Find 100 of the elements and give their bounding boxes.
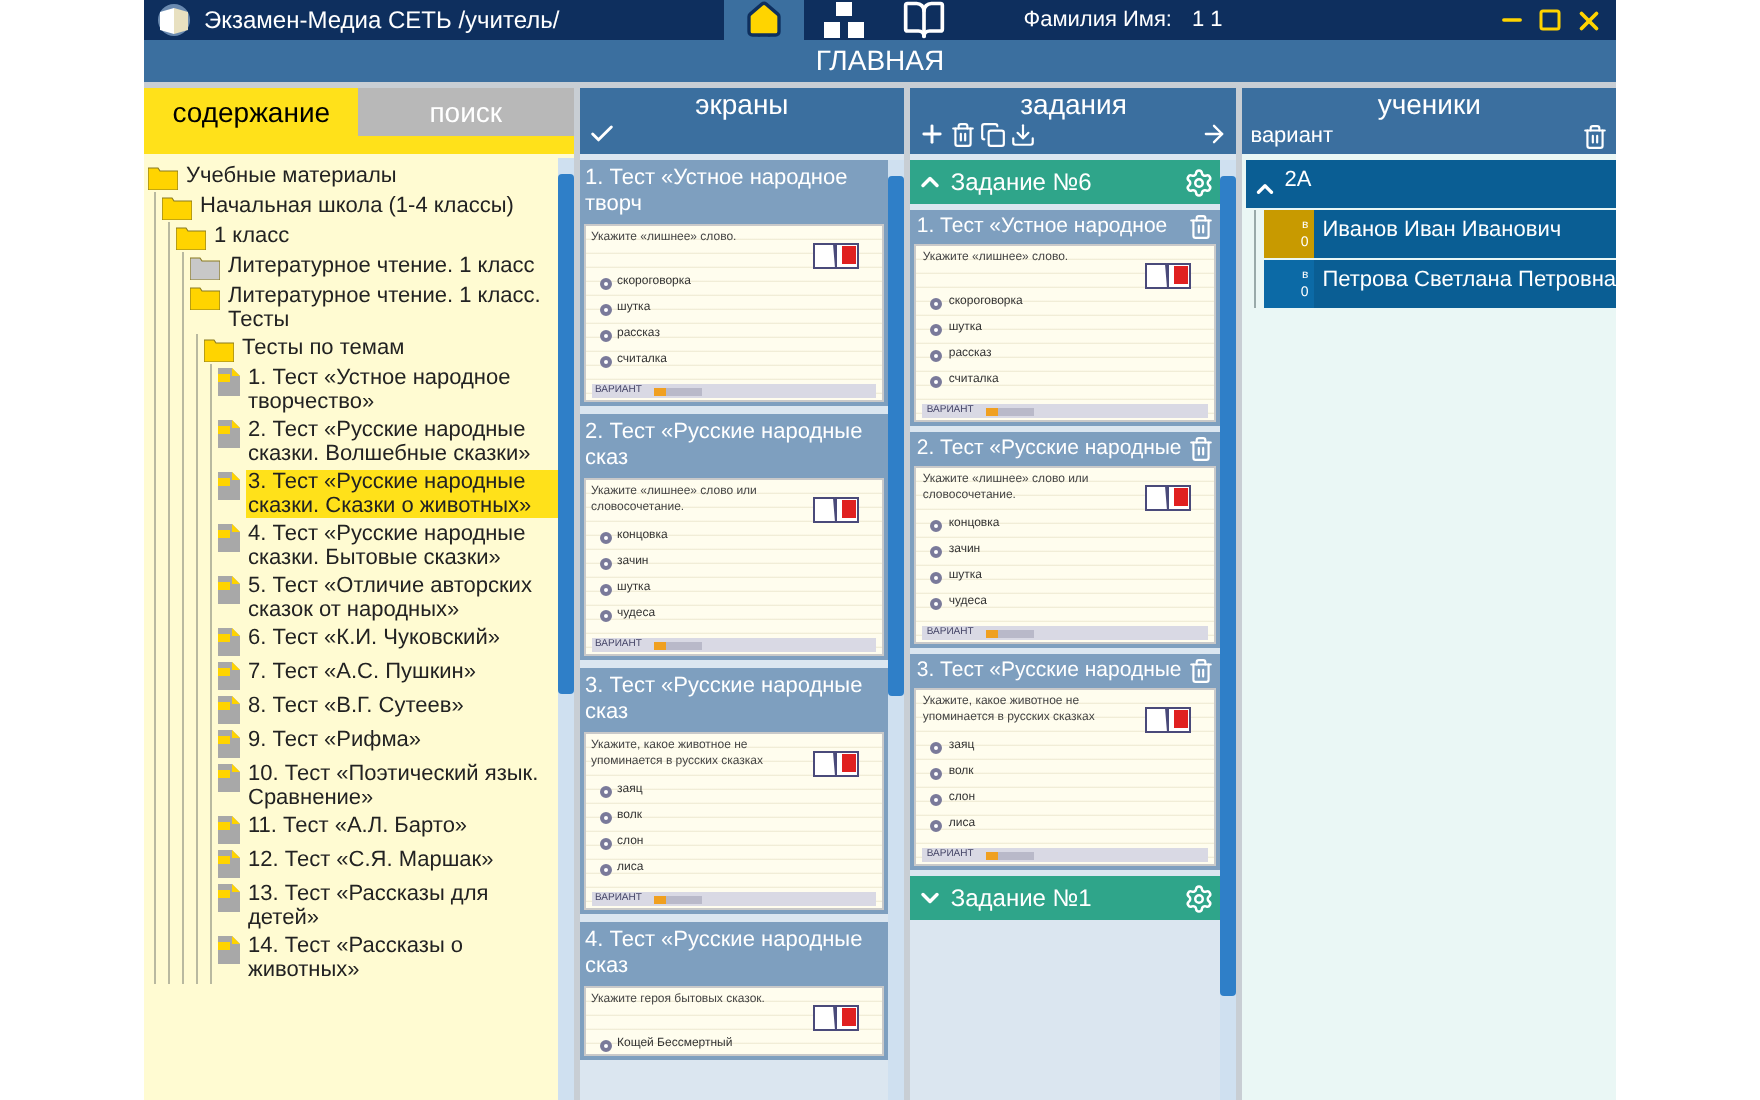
tree-item[interactable]: Тесты по темам (240, 336, 407, 360)
trash-icon[interactable] (1188, 214, 1215, 240)
variant-pager-icon (653, 641, 702, 649)
radio-icon (599, 303, 611, 315)
document-icon (218, 524, 240, 552)
radio-icon (930, 741, 943, 753)
book-logo-icon (1144, 260, 1193, 292)
radio-icon (930, 519, 943, 531)
tree-item[interactable]: 5. Тест «Отличие авторских сказок от народных» (246, 574, 557, 622)
tree-item[interactable]: 1 класс (212, 224, 292, 248)
task-title: 3. Тест «Русские народные (916, 658, 1184, 684)
copy-icon[interactable] (980, 121, 1007, 147)
document-icon (218, 420, 240, 448)
app-logo-icon (152, 2, 196, 38)
tree-item[interactable]: 1. Тест «Устное народное творчество» (246, 366, 557, 414)
book-logo-icon (812, 748, 861, 780)
book-logo-icon (812, 240, 861, 272)
radio-icon (930, 323, 943, 335)
scrollbar[interactable] (1220, 160, 1237, 1100)
folder-icon (162, 196, 192, 220)
document-icon (218, 764, 240, 792)
class-name: 2А (1284, 166, 1312, 196)
radio-icon (930, 545, 943, 557)
variant-label: вариант (1250, 122, 1334, 152)
radio-icon (930, 793, 943, 805)
folder-icon (190, 256, 220, 280)
tree-item[interactable]: 13. Тест «Рассказы для детей» (246, 882, 557, 930)
document-icon (218, 662, 240, 690)
screen-title: 4. Тест «Русские народные сказ (583, 926, 865, 982)
task-title: 1. Тест «Устное народное (916, 214, 1170, 240)
variant-pager-icon (653, 387, 702, 395)
tree-item[interactable]: 3. Тест «Русские народные сказки. Сказки о животных» (246, 470, 557, 518)
task-title: 2. Тест «Русские народные (916, 436, 1184, 462)
tree-item[interactable]: 2. Тест «Русские народные сказки. Волшебные сказки» (246, 418, 557, 466)
radio-icon (599, 355, 611, 367)
nav-tab[interactable] (723, 0, 804, 40)
tree-item[interactable]: Начальная школа (1-4 классы) (198, 194, 516, 218)
window-title: Экзамен-Медиа СЕТЬ /учитель/ (204, 4, 560, 38)
tree-item[interactable]: 6. Тест «К.И. Чуковский» (246, 626, 502, 650)
radio-icon (599, 557, 611, 569)
folder-icon (204, 338, 234, 362)
folder-icon (148, 166, 178, 190)
home-icon (743, 0, 784, 40)
radio-icon (930, 349, 943, 361)
student-name: Петрова Светлана Петровна (1320, 266, 1617, 296)
document-icon (218, 884, 240, 912)
add-icon[interactable] (918, 120, 947, 148)
class-group-header[interactable]: 2А (1246, 160, 1617, 208)
maximize-icon[interactable] (1538, 8, 1562, 32)
tree-item[interactable]: Литературное чтение. 1 класс (226, 254, 537, 278)
document-icon (218, 696, 240, 724)
radio-icon (930, 819, 943, 831)
document-icon (218, 730, 240, 758)
tree-item[interactable]: 12. Тест «С.Я. Маршак» (246, 848, 496, 872)
trash-icon[interactable] (950, 121, 977, 147)
radio-icon (599, 277, 611, 289)
screen-title: 1. Тест «Устное народное творч (583, 164, 850, 220)
trash-icon[interactable] (1188, 436, 1215, 462)
radio-icon (599, 811, 611, 823)
book-logo-icon (1144, 704, 1193, 736)
settings-icon[interactable] (1184, 167, 1215, 197)
radio-icon (599, 609, 611, 621)
tree-item[interactable]: 7. Тест «А.С. Пушкин» (246, 660, 478, 684)
radio-icon (599, 1039, 611, 1051)
book-logo-icon (1144, 482, 1193, 514)
book-logo-icon (812, 1002, 861, 1034)
tree-item[interactable]: 4. Тест «Русские народные сказки. Бытовые сказки» (246, 522, 557, 570)
screen-title: 2. Тест «Русские народные сказ (583, 418, 865, 474)
tree-item[interactable]: Учебные материалы (184, 164, 399, 188)
tree-item[interactable]: 9. Тест «Рифма» (246, 728, 423, 752)
tree-item[interactable]: 14. Тест «Рассказы о животных» (246, 934, 557, 982)
task-group-title: Задание №1 (950, 882, 1092, 916)
radio-icon (930, 597, 943, 609)
book-logo-icon (812, 494, 861, 526)
folder-icon (190, 286, 220, 310)
radio-icon (599, 329, 611, 341)
radio-icon (599, 785, 611, 797)
column-title: экраны (695, 88, 789, 120)
document-icon (218, 850, 240, 878)
scrollbar[interactable] (888, 160, 905, 1100)
radio-icon (599, 863, 611, 875)
radio-icon (930, 297, 943, 309)
save-icon[interactable] (1010, 121, 1037, 147)
student-name: Иванов Иван Иванович (1320, 216, 1562, 246)
variant-pager-icon (653, 895, 702, 903)
trash-icon[interactable] (1188, 658, 1215, 684)
tree-item[interactable]: Литературное чтение. 1 класс. Тесты (226, 284, 557, 332)
screen-title: 3. Тест «Русские народные сказ (583, 672, 865, 728)
user-name: 1 1 (1191, 5, 1223, 36)
tree-item[interactable]: 10. Тест «Поэтический язык. Сравнение» (246, 762, 557, 810)
settings-icon[interactable] (1184, 883, 1215, 913)
radio-icon (599, 837, 611, 849)
tree-item[interactable]: 11. Тест «А.Л. Барто» (246, 814, 470, 838)
radio-icon (930, 571, 943, 583)
scrollbar[interactable] (557, 158, 573, 1100)
trash-icon[interactable] (1582, 123, 1609, 150)
document-icon (218, 576, 240, 604)
radio-icon (930, 375, 943, 387)
tree-item[interactable]: 8. Тест «В.Г. Сутеев» (246, 694, 466, 718)
variant-pager-icon (985, 407, 1034, 415)
